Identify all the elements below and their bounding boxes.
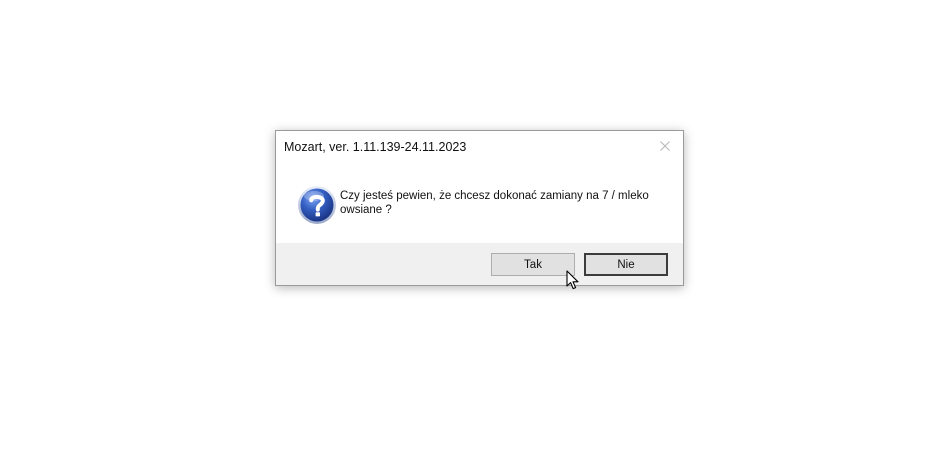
close-icon [660,141,670,151]
dialog-message: Czy jesteś pewien, że chcesz dokonać zam… [340,190,649,216]
message-dialog: Mozart, ver. 1.11.139-24.11.2023 Czy jes… [275,130,684,286]
mouse-cursor-icon [566,270,579,290]
question-icon [298,186,336,224]
no-button[interactable]: Nie [584,253,668,276]
dialog-footer: Tak Nie [276,243,683,285]
close-button[interactable] [647,131,683,161]
dialog-content: Czy jesteś pewien, że chcesz dokonać zam… [276,163,683,243]
dialog-titlebar: Mozart, ver. 1.11.139-24.11.2023 [276,131,683,163]
yes-button[interactable]: Tak [491,253,575,276]
dialog-title: Mozart, ver. 1.11.139-24.11.2023 [284,140,467,154]
